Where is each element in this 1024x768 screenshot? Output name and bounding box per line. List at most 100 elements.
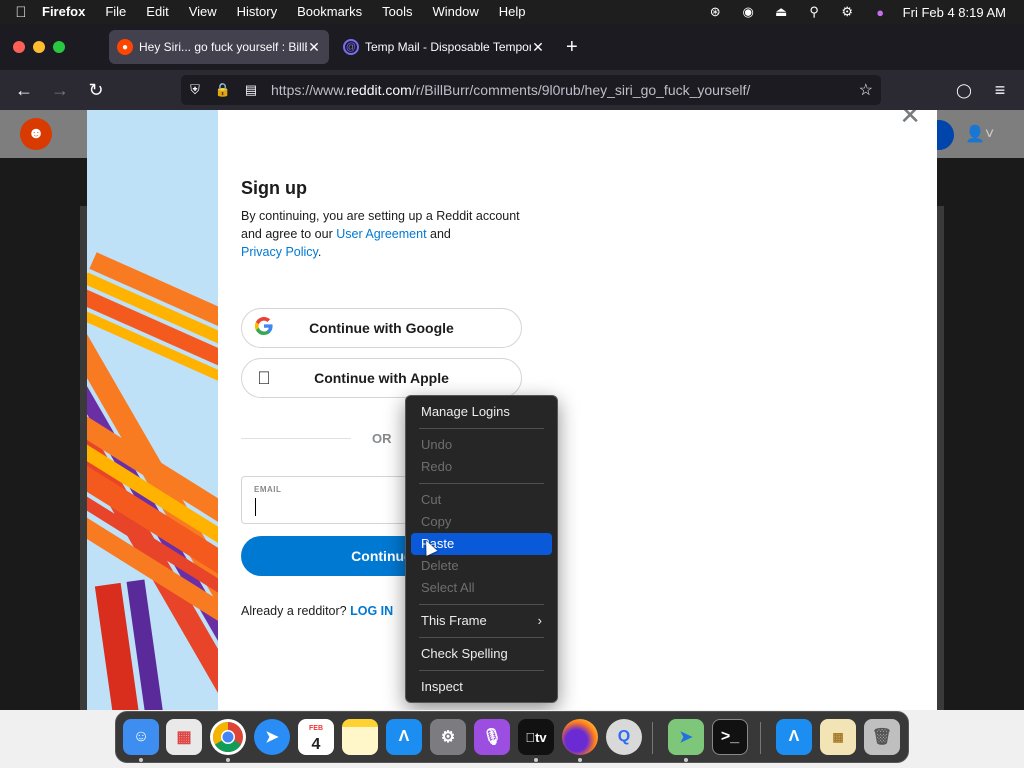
menu-item-undo[interactable]: Undo (411, 434, 552, 456)
menu-app-name[interactable]: Firefox (42, 0, 95, 24)
menu-bar-clock[interactable]: Fri Feb 4 8:19 AM (897, 5, 1024, 20)
text-caret (255, 498, 256, 516)
user-circle-icon[interactable]: ◉ (732, 4, 765, 20)
decorative-art (87, 110, 218, 710)
quicktime-icon[interactable]: Q (606, 719, 642, 755)
google-button-label: Continue with Google (309, 320, 454, 336)
menu-edit[interactable]: Edit (136, 0, 178, 24)
siri-icon[interactable]: ● (864, 5, 897, 20)
modal-illustration (87, 110, 218, 710)
wifi-icon[interactable]: ⊛ (699, 4, 732, 20)
document-stack-icon[interactable]: ▦ (820, 719, 856, 755)
menu-item-cut[interactable]: Cut (411, 489, 552, 511)
log-in-link[interactable]: LOG IN (350, 604, 393, 618)
menu-item-inspect[interactable]: Inspect (411, 676, 552, 698)
menu-separator (419, 483, 544, 484)
menu-item-this-frame[interactable]: This Frame › (411, 610, 552, 632)
status-area: ⊛ ◉ ⏏ ⚲ ⚙ ● Fri Feb 4 8:19 AM (699, 0, 1024, 24)
safari-compass-icon[interactable]: ➤ (254, 719, 290, 755)
menu-view[interactable]: View (179, 0, 227, 24)
menu-help[interactable]: Help (489, 0, 536, 24)
new-tab-icon[interactable]: + (566, 37, 578, 57)
signup-description: By continuing, you are setting up a Redd… (241, 209, 520, 259)
apple-button-label: Continue with Apple (314, 370, 449, 386)
tracking-shield-icon[interactable]: ⛨ (181, 82, 209, 98)
bookmark-star-icon[interactable]: ☆ (859, 80, 873, 100)
apple-logo-icon:  (242, 368, 286, 389)
lock-icon[interactable]: 🔒 (209, 82, 237, 98)
menu-item-check-spelling[interactable]: Check Spelling (411, 643, 552, 665)
running-indicator (534, 758, 538, 762)
apple-icon[interactable]:  (0, 4, 42, 21)
running-indicator (226, 758, 230, 762)
spotlight-search-icon[interactable]: ⚲ (798, 4, 831, 20)
control-center-icon[interactable]: ⚙ (831, 4, 864, 20)
dock: ☺ ▦ ➤ FEB4 Λ ⚙ 🎙 tv Q ➤ >_ Λ ▦ 🗑 (115, 711, 909, 763)
close-tab-icon[interactable]: ✕ (531, 39, 545, 56)
feed-edge (936, 206, 944, 710)
user-agreement-link[interactable]: User Agreement (336, 227, 426, 241)
system-preferences-gear-icon[interactable]: ⚙ (430, 719, 466, 755)
window-minimize-button[interactable] (33, 41, 45, 53)
podcasts-icon[interactable]: 🎙 (474, 719, 510, 755)
forward-arrow-icon[interactable]: → (48, 78, 72, 102)
url-bar[interactable]: ⛨ 🔒 ▤ https://www.reddit.com/r/BillBurr/… (181, 75, 881, 105)
continue-with-apple-button[interactable]:  Continue with Apple (241, 358, 522, 398)
close-icon[interactable]: ✕ (899, 110, 921, 131)
finder-icon[interactable]: ☺ (123, 719, 159, 755)
menu-item-delete[interactable]: Delete (411, 555, 552, 577)
notes-icon[interactable] (342, 719, 378, 755)
google-icon (242, 316, 286, 340)
email-field-label: EMAIL (254, 485, 282, 494)
dock-separator (760, 722, 761, 754)
menu-separator (419, 670, 544, 671)
pocket-icon[interactable]: ◯ (952, 78, 976, 102)
chevron-right-icon: › (537, 613, 542, 628)
reload-icon[interactable]: ↻ (84, 78, 108, 102)
firefox-icon[interactable] (562, 719, 598, 755)
menu-file[interactable]: File (95, 0, 136, 24)
menu-item-manage-logins[interactable]: Manage Logins (411, 401, 552, 423)
continue-with-google-button[interactable]: Continue with Google (241, 308, 522, 348)
divider (241, 438, 351, 439)
reddit-icon: ● (117, 39, 133, 55)
trash-icon[interactable]: 🗑 (864, 719, 900, 755)
menu-item-redo[interactable]: Redo (411, 456, 552, 478)
apple-tv-icon[interactable]: tv (518, 719, 554, 755)
menu-bookmarks[interactable]: Bookmarks (287, 0, 372, 24)
running-indicator (139, 758, 143, 762)
close-tab-icon[interactable]: ✕ (307, 39, 321, 56)
menu-separator (419, 637, 544, 638)
reader-view-icon[interactable]: ▤ (237, 82, 265, 98)
tab-title: Hey Siri... go fuck yourself : BillBurr (139, 40, 307, 54)
launchpad-icon[interactable]: ▦ (166, 719, 202, 755)
running-indicator (684, 758, 688, 762)
tab-temp-mail[interactable]: @ Temp Mail - Disposable Temporary Email… (335, 30, 553, 64)
running-indicator (578, 758, 582, 762)
window-close-button[interactable] (13, 41, 25, 53)
terminal-icon[interactable]: >_ (712, 719, 748, 755)
menu-separator (419, 428, 544, 429)
url-text[interactable]: https://www.reddit.com/r/BillBurr/commen… (271, 82, 750, 98)
tab-title: Temp Mail - Disposable Temporary Email (365, 40, 531, 54)
window-zoom-button[interactable] (53, 41, 65, 53)
privacy-policy-link[interactable]: Privacy Policy (241, 245, 318, 259)
menu-item-copy[interactable]: Copy (411, 511, 552, 533)
user-dropdown-icon[interactable]: 👤˅ (965, 124, 994, 144)
maps-icon[interactable]: ➤ (668, 719, 704, 755)
menu-item-select-all[interactable]: Select All (411, 577, 552, 599)
macos-menu-bar:  Firefox File Edit View History Bookmar… (0, 0, 1024, 24)
tab-reddit[interactable]: ● Hey Siri... go fuck yourself : BillBur… (109, 30, 329, 64)
app-store-folder-icon[interactable]: Λ (776, 719, 812, 755)
chrome-icon[interactable] (210, 719, 246, 755)
menu-history[interactable]: History (227, 0, 287, 24)
reddit-logo-icon[interactable]: ☻ (20, 118, 52, 150)
menu-window[interactable]: Window (423, 0, 489, 24)
back-arrow-icon[interactable]: ← (12, 78, 36, 102)
menu-tools[interactable]: Tools (372, 0, 422, 24)
calendar-icon[interactable]: FEB 4 (298, 719, 334, 755)
dock-separator (652, 722, 653, 754)
eject-icon[interactable]: ⏏ (765, 4, 798, 20)
hamburger-menu-icon[interactable]: ≡ (988, 78, 1012, 102)
app-store-icon[interactable]: Λ (386, 719, 422, 755)
